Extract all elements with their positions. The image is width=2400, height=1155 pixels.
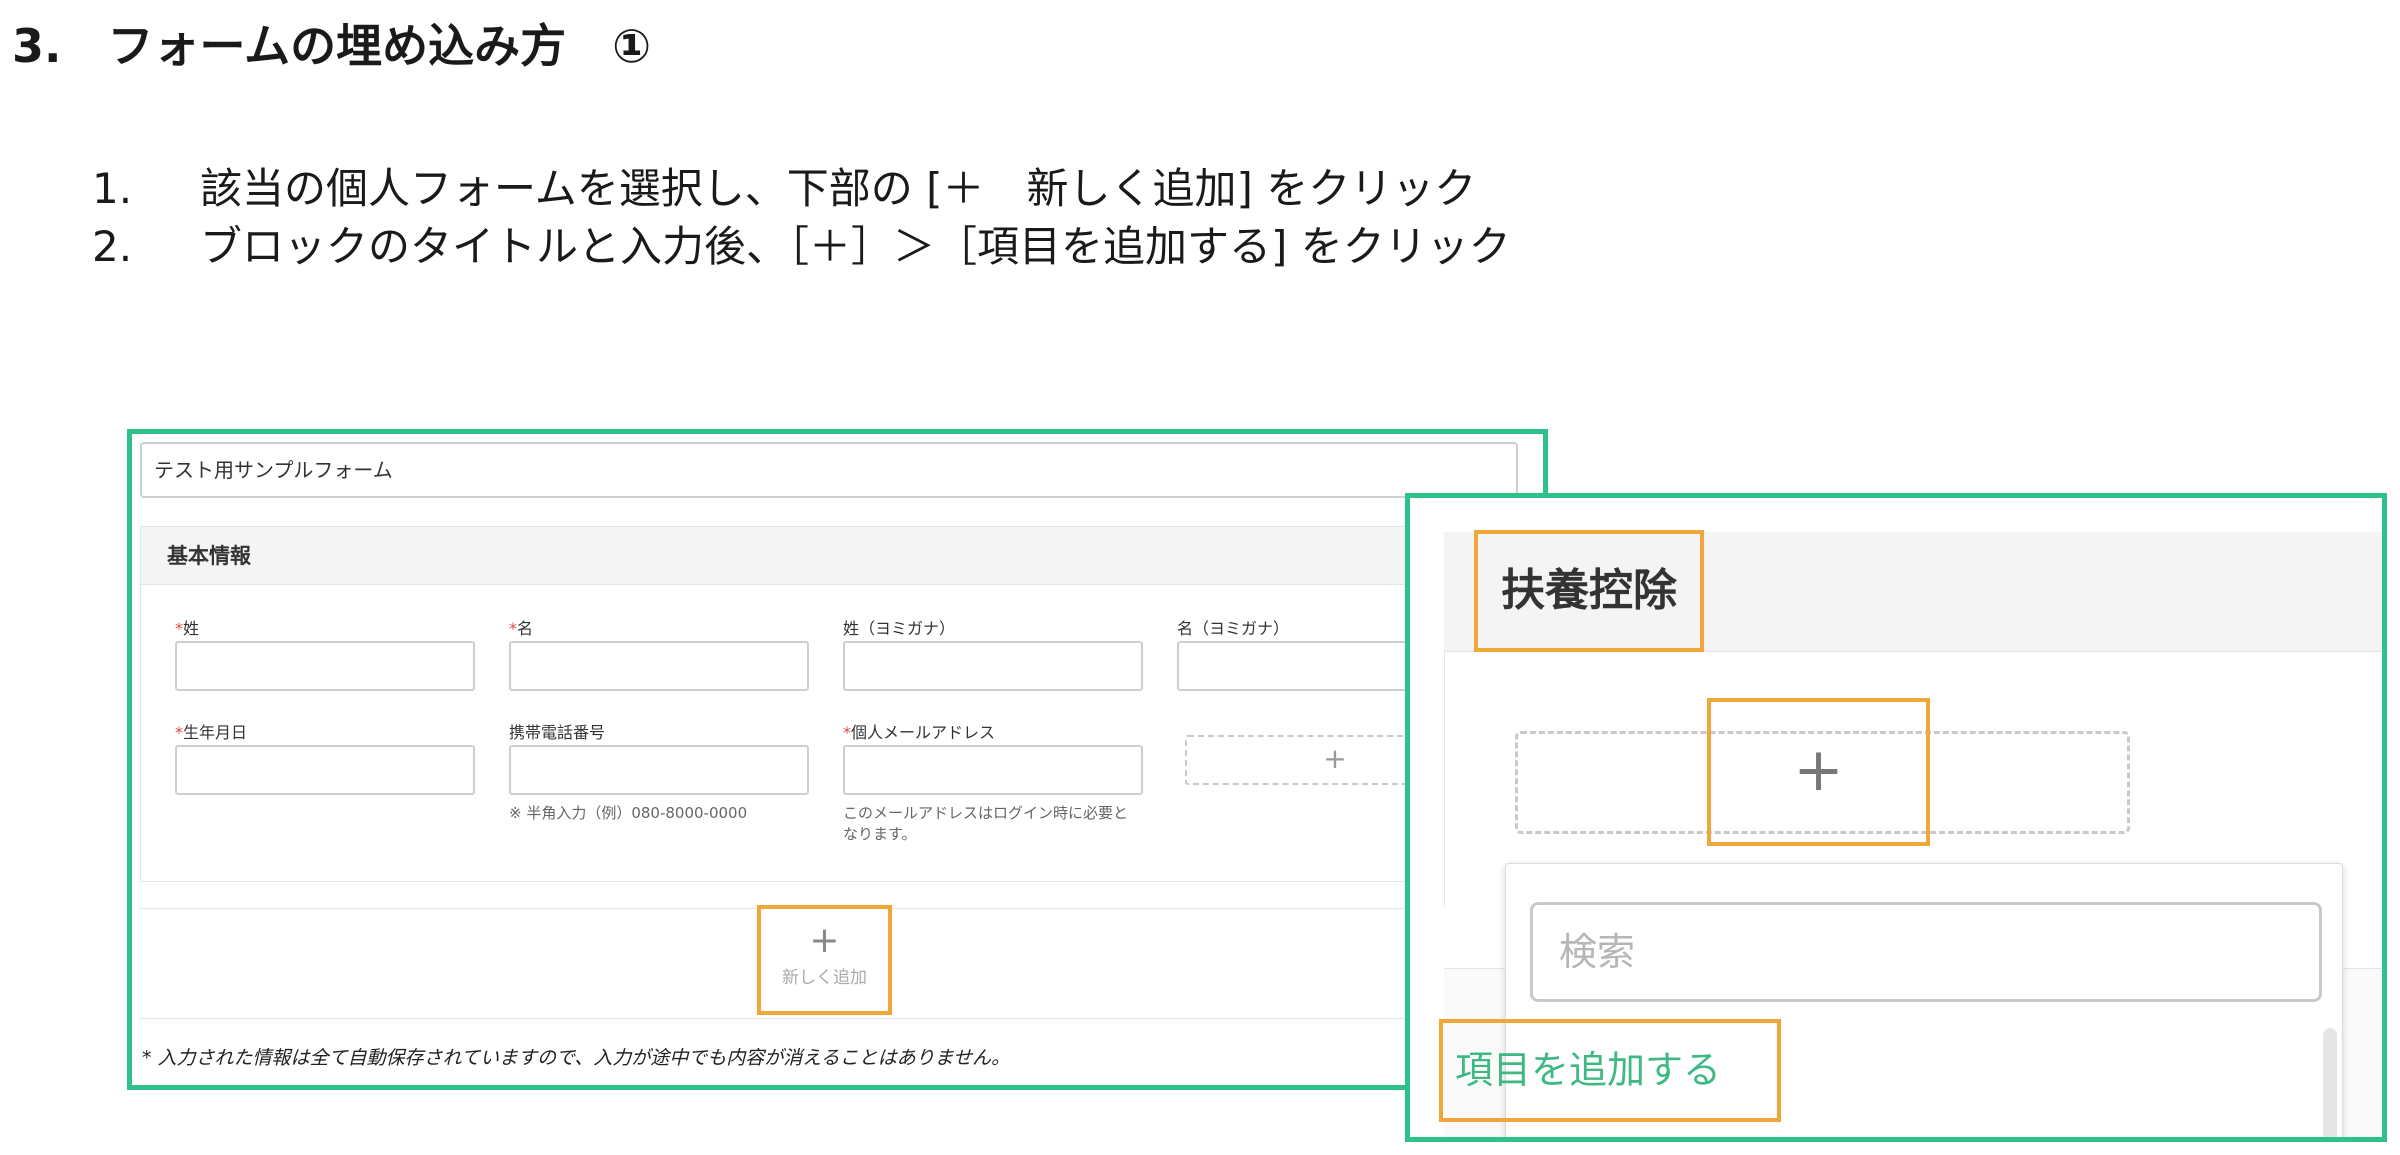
step-1: 1. 該当の個人フォームを選択し、下部の [＋ 新しく追加] をクリック bbox=[92, 160, 1511, 218]
field-label: 個人メールアドレス bbox=[851, 723, 996, 742]
block-title-input[interactable]: 扶養控除 bbox=[1474, 530, 1704, 652]
first-name-input[interactable] bbox=[509, 641, 809, 691]
required-mark: * bbox=[843, 723, 851, 742]
field-hint: ※ 半角入力（例）080-8000-0000 bbox=[509, 804, 748, 822]
field-last-name-kana: 姓（ヨミガナ） bbox=[843, 615, 1143, 691]
last-name-input[interactable] bbox=[175, 641, 475, 691]
field-label: 携帯電話番号 bbox=[509, 723, 606, 742]
field-label: 姓（ヨミガナ） bbox=[843, 619, 956, 638]
field-label: 姓 bbox=[183, 619, 200, 638]
step-number: 2. bbox=[92, 222, 133, 271]
field-label: 生年月日 bbox=[183, 723, 248, 742]
field-birthdate: *生年月日 bbox=[175, 719, 475, 795]
step-text: ブロックのタイトルと入力後、［＋］＞［項目を追加する] をクリック bbox=[200, 222, 1511, 271]
instruction-steps: 1. 該当の個人フォームを選択し、下部の [＋ 新しく追加] をクリック 2. ブロ… bbox=[92, 160, 1511, 276]
autosave-note: * 入力された情報は全て自動保存されていますので、入力が途中でも内容が消えること… bbox=[142, 1047, 1011, 1069]
slide-title: 3. フォームの埋め込み方 ① bbox=[12, 19, 652, 73]
step-number: 1. bbox=[92, 164, 133, 213]
step-text: 該当の個人フォームを選択し、下部の [＋ 新しく追加] をクリック bbox=[200, 164, 1477, 213]
form-name-input[interactable]: テスト用サンプルフォーム bbox=[140, 442, 1518, 498]
birthdate-input[interactable] bbox=[175, 745, 475, 795]
last-name-kana-input[interactable] bbox=[843, 641, 1143, 691]
divider bbox=[140, 1018, 1543, 1019]
block-title: 基本情報 bbox=[141, 527, 1543, 585]
new-add-label: 新しく追加 bbox=[782, 968, 867, 988]
field-label: 名（ヨミガナ） bbox=[1177, 619, 1290, 638]
form-editor-screenshot: テスト用サンプルフォーム 基本情報 *姓 *名 姓（ヨミガナ） 名（ヨミガナ） … bbox=[127, 429, 1548, 1090]
add-item-option[interactable]: 項目を追加する bbox=[1439, 1019, 1781, 1122]
required-mark: * bbox=[175, 723, 183, 742]
field-first-name: *名 bbox=[509, 615, 809, 691]
field-hint: このメールアドレスはログイン時に必要と なります。 bbox=[843, 804, 1129, 843]
dropdown-scrollbar[interactable] bbox=[2323, 1028, 2337, 1137]
form-block-basic-info: 基本情報 *姓 *名 姓（ヨミガナ） 名（ヨミガナ） *生年月日 携帯電話番号 … bbox=[140, 526, 1543, 882]
new-add-button[interactable]: + 新しく追加 bbox=[757, 905, 892, 1015]
step-2: 2. ブロックのタイトルと入力後、［＋］＞［項目を追加する] をクリック bbox=[92, 218, 1511, 276]
mobile-phone-input[interactable] bbox=[509, 745, 809, 795]
required-mark: * bbox=[175, 619, 183, 638]
field-mobile-phone: 携帯電話番号 ※ 半角入力（例）080-8000-0000 bbox=[509, 719, 809, 824]
add-field-plus-button[interactable]: + bbox=[1707, 698, 1930, 846]
required-mark: * bbox=[509, 619, 517, 638]
plus-icon: + bbox=[809, 920, 840, 961]
field-last-name: *姓 bbox=[175, 615, 475, 691]
field-personal-email: *個人メールアドレス このメールアドレスはログイン時に必要と なります。 bbox=[843, 719, 1143, 845]
zoomed-block-screenshot: 扶養控除 + 項目を追加する bbox=[1405, 493, 2387, 1142]
personal-email-input[interactable] bbox=[843, 745, 1143, 795]
search-input[interactable] bbox=[1530, 902, 2322, 1002]
field-label: 名 bbox=[517, 619, 534, 638]
